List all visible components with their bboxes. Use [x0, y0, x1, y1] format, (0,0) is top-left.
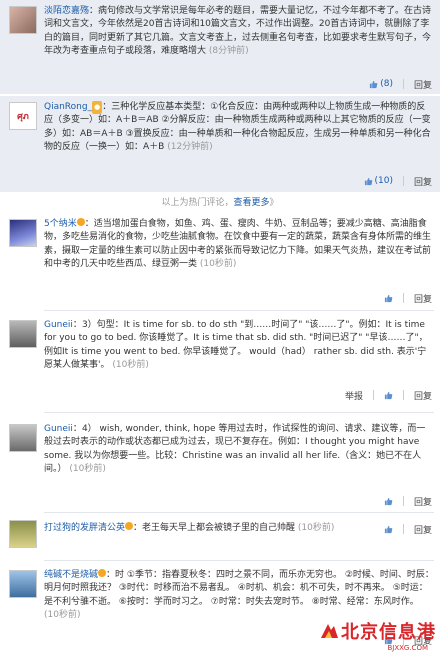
like-button[interactable]	[384, 497, 393, 506]
like-button[interactable]: (8)	[369, 79, 393, 89]
avatar[interactable]	[9, 570, 37, 598]
comment-actions: 回复	[384, 291, 432, 305]
comment-item: Guneii：3）句型：It is time for sb. to do sth…	[0, 314, 440, 406]
site-watermark: 北京信息港	[319, 618, 436, 644]
logo-icon	[321, 624, 338, 638]
avatar[interactable]: ศุภ	[9, 102, 37, 130]
divider	[372, 390, 374, 400]
comment-username[interactable]: 淡陌恋嘉殇	[44, 6, 89, 16]
comment-username[interactable]: 打过狗的发胖清公英	[44, 523, 125, 533]
like-count: (10)	[374, 176, 393, 186]
comment-username[interactable]: Guneii	[44, 424, 73, 434]
vip-icon	[125, 522, 134, 530]
report-button[interactable]: 举报	[345, 389, 363, 402]
comment-actions: (10) 回复	[364, 174, 432, 188]
reply-button[interactable]: 回复	[414, 175, 432, 188]
divider	[402, 176, 404, 186]
comment-text: 适当增加蛋白食物，如鱼、鸡、蛋、瘦肉、牛奶、豆制品等；要减少高糖、高油脂食物，多…	[44, 219, 432, 270]
divider	[44, 560, 434, 561]
reply-button[interactable]: 回复	[414, 389, 432, 402]
comment-item: 5个纳米 ：适当增加蛋白食物，如鱼、鸡、蛋、瘦肉、牛奶、豆制品等；要减少高糖、高油…	[0, 213, 440, 309]
more-bar-prefix: 以上为热门评论，	[161, 198, 234, 208]
comment-actions: 回复	[384, 494, 432, 508]
comment-time: (10秒前)	[112, 360, 149, 371]
comment-content: 5个纳米 ：适当增加蛋白食物，如鱼、鸡、蛋、瘦肉、牛奶、豆制品等；要减少高糖、高油…	[44, 218, 432, 270]
avatar[interactable]	[9, 320, 37, 348]
more-bar-suffix: 》	[269, 198, 279, 208]
reply-button[interactable]: 回复	[414, 292, 432, 305]
comment-text: 3）句型：It is time for sb. to do sth "到……时间…	[44, 320, 428, 371]
comment-actions: (8) 回复	[369, 77, 432, 91]
thumbs-up-icon	[384, 294, 393, 302]
comment-username[interactable]: QianRong_	[44, 102, 92, 112]
comment-content: 纯碱不是烧碱 ：时 ①季节：指春夏秋冬：四时之景不同，而乐亦无穷也。 ②时候、时间…	[44, 569, 434, 621]
vip-icon	[76, 218, 85, 226]
thumbs-up-icon	[384, 525, 393, 533]
like-button[interactable]	[384, 525, 393, 534]
comment-content: Guneii：4） wish, wonder, think, hope 等用过去…	[44, 424, 426, 475]
comment-content: Guneii：3）句型：It is time for sb. to do sth…	[44, 320, 428, 371]
watermark-text: 北京信息港	[341, 622, 436, 643]
reply-button[interactable]: 回复	[414, 78, 432, 91]
divider	[44, 310, 434, 311]
comment-text: 老王每天早上都会被镜子里的自己帅醒	[142, 523, 296, 533]
divider	[402, 293, 404, 303]
divider	[402, 524, 404, 534]
comment-time: (12分钟前)	[167, 142, 213, 153]
thumbs-up-icon	[370, 80, 378, 88]
thumbs-up-icon	[384, 497, 393, 505]
comment-item: ศุภ QianRong_ ● ：三种化学反应基本类型：①化合反应：由两种或两种以上…	[0, 96, 440, 192]
reply-button[interactable]: 回复	[414, 495, 432, 508]
comment-content: QianRong_ ● ：三种化学反应基本类型：①化合反应：由两种或两种以上物质生成…	[44, 101, 431, 153]
like-count: (8)	[380, 79, 393, 89]
comment-item: Guneii：4） wish, wonder, think, hope 等用过去…	[0, 418, 440, 510]
comment-item: 打过狗的发胖清公英 ：老王每天早上都会被镜子里的自己帅醒 (10秒前) 回复	[0, 516, 440, 556]
comment-username[interactable]: 5个纳米	[44, 219, 77, 229]
comment-time: (10秒前)	[199, 259, 237, 270]
comment-username[interactable]: 纯碱不是烧碱	[44, 570, 98, 580]
comment-actions: 举报 回复	[345, 388, 432, 402]
comment-time: (10秒前)	[297, 523, 335, 533]
comment-content: 淡陌恋嘉殇：病句修改与文学常识是每年必考的题目，需要大量记忆，不过今年都不考了。…	[44, 6, 432, 57]
avatar[interactable]	[9, 6, 37, 34]
vip-icon	[98, 569, 107, 577]
comment-username[interactable]: Guneii	[44, 320, 73, 330]
comment-time: (10秒前)	[69, 464, 106, 475]
thumbs-up-icon	[384, 391, 393, 399]
comment-actions: 回复	[384, 522, 432, 536]
watermark-url: BJXXG.COM	[387, 644, 428, 652]
divider	[44, 512, 434, 513]
avatar[interactable]	[9, 424, 37, 452]
comment-time: (8分钟前)	[208, 46, 249, 57]
vip-badge: ●	[92, 101, 103, 115]
avatar[interactable]	[9, 219, 37, 247]
comment-item: 淡陌恋嘉殇：病句修改与文学常识是每年必考的题目，需要大量记忆，不过今年都不考了。…	[0, 0, 440, 94]
reply-button[interactable]: 回复	[414, 523, 432, 536]
divider	[44, 412, 434, 413]
like-button[interactable]	[384, 294, 393, 303]
comment-text: 三种化学反应基本类型：①化合反应：由两种或两种以上物质生成一种物质的反应（多变一…	[44, 102, 431, 153]
divider	[402, 496, 404, 506]
divider	[402, 79, 404, 89]
comment-time: (10秒前)	[44, 610, 81, 621]
view-more-link[interactable]: 查看更多	[233, 198, 269, 208]
thumbs-up-icon	[364, 177, 372, 185]
divider	[402, 390, 404, 400]
like-button[interactable]: (10)	[364, 176, 393, 186]
hot-comments-more-bar: 以上为热门评论，查看更多》	[0, 196, 440, 210]
like-button[interactable]	[384, 391, 393, 400]
comment-content: 打过狗的发胖清公英 ：老王每天早上都会被镜子里的自己帅醒 (10秒前)	[44, 522, 335, 533]
avatar[interactable]	[9, 520, 37, 548]
